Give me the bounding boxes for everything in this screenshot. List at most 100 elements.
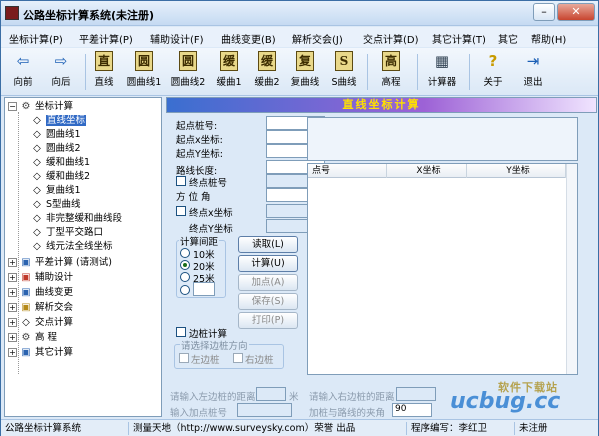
expand-icon[interactable]: + bbox=[8, 333, 17, 342]
expand-icon[interactable]: + bbox=[8, 318, 17, 327]
right-edge-checkbox[interactable] bbox=[233, 353, 243, 363]
compound-curve-button[interactable]: 复 复曲线 bbox=[287, 51, 323, 93]
tree-item[interactable]: ◇ 圆曲线2 bbox=[31, 142, 80, 156]
menu-other[interactable]: 其它 bbox=[498, 31, 518, 46]
status-registration: 未注册 bbox=[519, 423, 548, 434]
diamond-icon: ◇ bbox=[22, 317, 30, 328]
tree-item[interactable]: ◇ 复曲线1 bbox=[31, 184, 80, 198]
s-curve-button[interactable]: S S曲线 bbox=[327, 51, 361, 93]
start-x-label: 起点x坐标: bbox=[176, 135, 223, 146]
expand-icon[interactable]: + bbox=[8, 348, 17, 357]
interval-custom-radio[interactable] bbox=[180, 285, 190, 295]
status-designer: 程序编写：李红卫 bbox=[407, 422, 515, 435]
tree-item[interactable]: ◇ 缓和曲线1 bbox=[31, 156, 90, 170]
tree-node-elevation[interactable]: + ⚙ 高 程 bbox=[8, 331, 57, 345]
tree-item-line[interactable]: ◇ 直线坐标 bbox=[31, 114, 87, 128]
right-dist-input[interactable] bbox=[396, 387, 436, 401]
menu-help[interactable]: 帮助(H) bbox=[531, 31, 566, 46]
folder-icon: ▣ bbox=[21, 287, 31, 298]
book-icon: 高 bbox=[382, 51, 400, 71]
circle-curve2-button[interactable]: 圆 圆曲线2 bbox=[167, 51, 209, 93]
back-button[interactable]: ⇦ 向前 bbox=[9, 51, 37, 93]
tree-node-adjustment[interactable]: + ▣ 平差计算 (请测试) bbox=[8, 256, 112, 270]
tree-item[interactable]: ◇ 非完整缓和曲线段 bbox=[31, 212, 122, 226]
menu-adjustment[interactable]: 平差计算(P) bbox=[79, 31, 133, 46]
collapse-icon[interactable]: − bbox=[8, 102, 17, 111]
tree-node-coordinate[interactable]: − ⚙ 坐标计算 bbox=[8, 100, 73, 114]
menu-design[interactable]: 辅助设计(F) bbox=[150, 31, 204, 46]
add-point-button[interactable]: 加点(A) bbox=[238, 274, 298, 291]
diamond-icon: ◇ bbox=[33, 115, 41, 126]
right-dist-label: 请输入右边桩的距离 bbox=[309, 392, 395, 403]
expand-icon[interactable]: + bbox=[8, 273, 17, 282]
read-button[interactable]: 读取(L) bbox=[238, 236, 298, 253]
tree-item[interactable]: ◇ 圆曲线1 bbox=[31, 128, 80, 142]
book-icon: 复 bbox=[296, 51, 314, 71]
transition1-button[interactable]: 缓 缓曲1 bbox=[212, 51, 246, 93]
menu-vertex[interactable]: 交点计算(D) bbox=[363, 31, 419, 46]
app-icon bbox=[5, 6, 19, 20]
left-edge-label: 左边桩 bbox=[191, 355, 220, 366]
tree-node-other[interactable]: + ▣ 其它计算 bbox=[8, 346, 73, 360]
tree-item[interactable]: ◇ 线元法全线坐标 bbox=[31, 240, 112, 254]
expand-icon[interactable]: + bbox=[8, 288, 17, 297]
tree-item[interactable]: ◇ 缓和曲线2 bbox=[31, 170, 90, 184]
exit-button[interactable]: ⇥ 退出 bbox=[519, 51, 547, 93]
expand-icon[interactable]: + bbox=[8, 303, 17, 312]
tree-node-vertex[interactable]: + ◇ 交点计算 bbox=[8, 316, 73, 330]
diamond-icon: ◇ bbox=[33, 171, 41, 182]
elevation-button[interactable]: 高 高程 bbox=[376, 51, 406, 93]
edge-dir-group-title: 请选择边桩方向 bbox=[180, 338, 249, 352]
book-icon: 直 bbox=[95, 51, 113, 71]
about-button[interactable]: ? 关于 bbox=[479, 51, 507, 93]
menu-curve-change[interactable]: 曲线变更(B) bbox=[221, 31, 276, 46]
menu-intersection[interactable]: 解析交会(J) bbox=[292, 31, 343, 46]
tree-node-curve-change[interactable]: + ▣ 曲线变更 bbox=[8, 286, 73, 300]
col-x: X坐标 bbox=[387, 164, 467, 178]
edge-station-checkbox[interactable] bbox=[176, 327, 186, 337]
tree-node-intersection[interactable]: + ▣ 解析交会 bbox=[8, 301, 73, 315]
save-button[interactable]: 保存(S) bbox=[238, 293, 298, 310]
folder-icon: ▣ bbox=[21, 272, 31, 283]
end-y-label: 终点Y坐标 bbox=[189, 224, 233, 235]
interval-10-radio[interactable] bbox=[180, 248, 190, 258]
diamond-icon: ◇ bbox=[33, 213, 41, 224]
status-bar: 公路坐标计算系统 测量天地（http://www.surveysky.com）荣… bbox=[1, 419, 598, 436]
calc-button[interactable]: 计算(U) bbox=[238, 255, 298, 272]
help-icon: ? bbox=[488, 52, 498, 70]
title-bar: 公路坐标计算系统(未注册) – ✕ bbox=[1, 1, 598, 26]
interval-custom-input[interactable] bbox=[193, 282, 215, 296]
line-button[interactable]: 直 直线 bbox=[89, 51, 119, 93]
forward-button[interactable]: ⇨ 向后 bbox=[47, 51, 75, 93]
add-station-input[interactable] bbox=[237, 403, 292, 417]
interval-group-title: 计算间距 bbox=[179, 234, 220, 248]
book-icon: S bbox=[335, 51, 353, 71]
end-station-checkbox[interactable] bbox=[176, 176, 186, 186]
toolbar-divider bbox=[417, 54, 418, 90]
transition2-button[interactable]: 缓 缓曲2 bbox=[250, 51, 284, 93]
grid-scrollbar[interactable] bbox=[566, 164, 577, 374]
tree-item[interactable]: ◇ 丁型平交路口 bbox=[31, 226, 103, 240]
expand-icon[interactable]: + bbox=[8, 258, 17, 267]
angle-input[interactable]: 90 bbox=[392, 403, 432, 417]
tree-item[interactable]: ◇ S型曲线 bbox=[31, 198, 80, 212]
menu-coordinate[interactable]: 坐标计算(P) bbox=[9, 31, 63, 46]
tree-node-design[interactable]: + ▣ 辅助设计 bbox=[8, 271, 73, 285]
print-button[interactable]: 打印(P) bbox=[238, 312, 298, 329]
navigation-tree[interactable]: − ⚙ 坐标计算 ◇ 直线坐标 ◇ 圆曲线1 ◇ 圆曲线2 ◇ 缓和曲线1 ◇ 缓和曲线2 ◇… bbox=[4, 97, 162, 417]
exit-icon: ⇥ bbox=[526, 52, 540, 70]
close-button[interactable]: ✕ bbox=[557, 3, 595, 21]
menu-other-calc[interactable]: 其它计算(T) bbox=[432, 31, 486, 46]
interval-25-radio[interactable] bbox=[180, 272, 190, 282]
minimize-button[interactable]: – bbox=[533, 3, 555, 21]
calculator-button[interactable]: ▦ 计算器 bbox=[424, 51, 460, 93]
left-unit-label: 米 bbox=[289, 392, 299, 403]
circle-curve1-button[interactable]: 圆 圆曲线1 bbox=[123, 51, 165, 93]
interval-20-radio[interactable] bbox=[180, 260, 190, 270]
left-dist-input[interactable] bbox=[256, 387, 286, 401]
left-edge-checkbox[interactable] bbox=[179, 353, 189, 363]
diamond-icon: ◇ bbox=[33, 241, 41, 252]
end-x-checkbox[interactable] bbox=[176, 206, 186, 216]
main-window: 公路坐标计算系统(未注册) – ✕ 坐标计算(P) 平差计算(P) 辅助设计(F… bbox=[0, 0, 599, 436]
result-grid[interactable]: 点号 X坐标 Y坐标 bbox=[307, 163, 578, 375]
